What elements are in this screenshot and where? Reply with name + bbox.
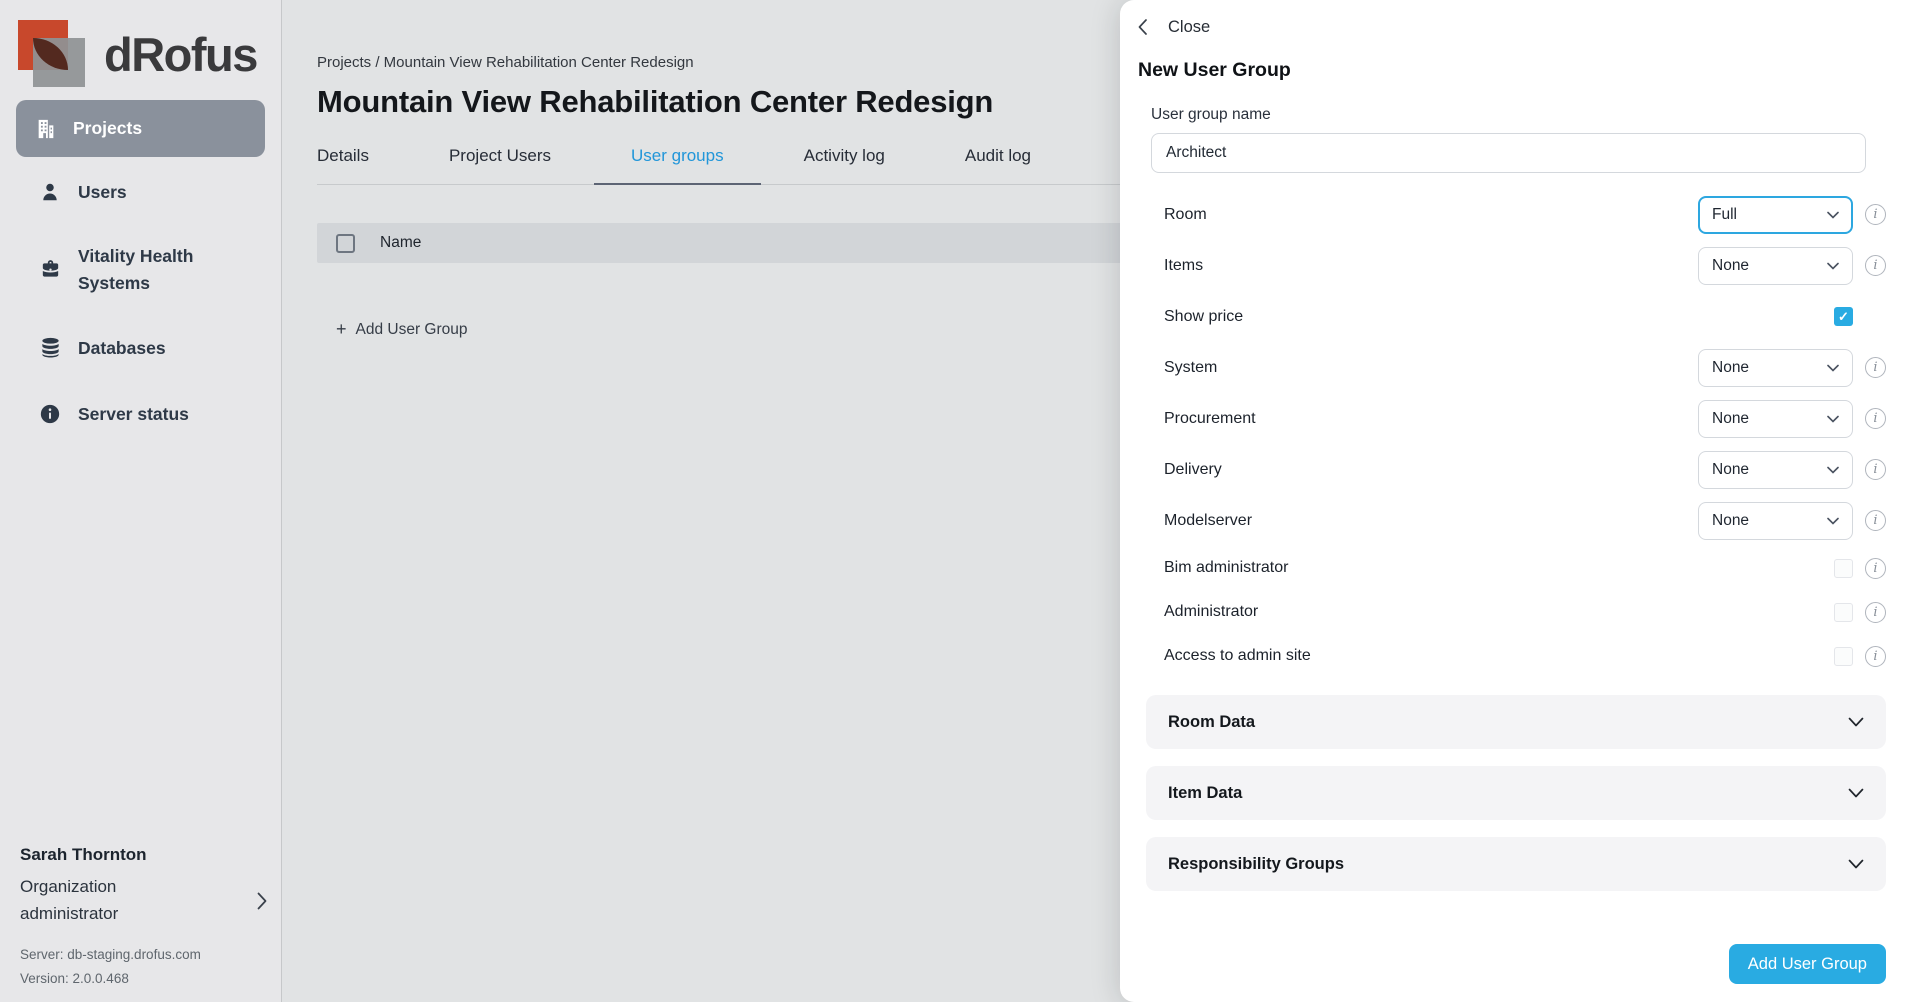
perm-row-system: System None i [1164, 342, 1886, 393]
perm-row-bim-administrator: Bim administrator i [1164, 546, 1886, 590]
info-circle-icon [38, 402, 62, 426]
column-header-name: Name [380, 234, 421, 252]
user-group-name-label: User group name [1151, 106, 1886, 124]
info-icon[interactable]: i [1865, 459, 1886, 480]
administrator-checkbox[interactable] [1834, 603, 1853, 622]
select-all-checkbox[interactable] [336, 234, 355, 253]
sidebar-item-databases[interactable]: Databases [16, 335, 265, 361]
section-room-data[interactable]: Room Data [1146, 695, 1886, 749]
permission-list: Room Full i Items None i Show price [1164, 189, 1886, 678]
sidebar-item-label: Projects [73, 118, 142, 139]
user-name: Sarah Thornton [20, 845, 267, 865]
sidebar-item-server-status[interactable]: Server status [16, 401, 265, 427]
drofus-logo-icon [18, 18, 104, 90]
info-icon[interactable]: i [1865, 558, 1886, 579]
chevron-right-icon [257, 892, 267, 910]
tab-activity-log[interactable]: Activity log [804, 146, 885, 184]
show-price-checkbox[interactable]: ✓ [1834, 307, 1853, 326]
add-user-group-button[interactable]: Add User Group [1729, 944, 1886, 984]
chevron-down-icon [1848, 788, 1864, 798]
drofus-logo: dRofus [18, 18, 265, 90]
version-info: Version: 2.0.0.468 [20, 971, 267, 986]
section-responsibility-groups[interactable]: Responsibility Groups [1146, 837, 1886, 891]
sidebar-item-projects[interactable]: Projects [16, 100, 265, 157]
perm-row-room: Room Full i [1164, 189, 1886, 240]
perm-row-show-price: Show price ✓ [1164, 291, 1886, 342]
close-label: Close [1168, 18, 1210, 37]
room-select[interactable]: Full [1698, 196, 1853, 234]
bim-administrator-checkbox[interactable] [1834, 559, 1853, 578]
perm-row-administrator: Administrator i [1164, 590, 1886, 634]
info-icon[interactable]: i [1865, 255, 1886, 276]
user-group-name-input[interactable] [1151, 133, 1866, 173]
close-button[interactable]: Close [1138, 16, 1248, 38]
user-icon [38, 180, 62, 204]
tab-user-groups[interactable]: User groups [631, 146, 724, 184]
info-icon[interactable]: i [1865, 204, 1886, 225]
sidebar-item-users[interactable]: Users [16, 179, 265, 205]
database-icon [38, 336, 62, 360]
sidebar-item-label: Vitality Health Systems [78, 243, 238, 296]
perm-row-access-admin-site: Access to admin site i [1164, 634, 1886, 678]
tab-details[interactable]: Details [317, 146, 369, 184]
new-user-group-panel: Close New User Group User group name Roo… [1120, 0, 1912, 1002]
user-role: Organization administrator [20, 874, 190, 927]
briefcase-icon [38, 258, 62, 282]
system-select[interactable]: None [1698, 349, 1853, 387]
check-icon: ✓ [1838, 309, 1849, 325]
info-icon[interactable]: i [1865, 602, 1886, 623]
delivery-select[interactable]: None [1698, 451, 1853, 489]
chevron-down-icon [1848, 717, 1864, 727]
chevron-down-icon [1848, 859, 1864, 869]
procurement-select[interactable]: None [1698, 400, 1853, 438]
organization-administrator-link[interactable]: Organization administrator [20, 874, 267, 927]
chevron-left-icon [1138, 19, 1147, 35]
sidebar-footer: Sarah Thornton Organization administrato… [20, 845, 267, 986]
panel-title: New User Group [1138, 59, 1886, 82]
info-icon[interactable]: i [1865, 408, 1886, 429]
add-user-group-label: Add User Group [356, 321, 468, 339]
perm-row-modelserver: Modelserver None i [1164, 495, 1886, 546]
server-info: Server: db-staging.drofus.com [20, 947, 267, 962]
info-icon[interactable]: i [1865, 510, 1886, 531]
perm-row-procurement: Procurement None i [1164, 393, 1886, 444]
drofus-wordmark: dRofus [104, 27, 257, 82]
plus-icon: + [336, 319, 347, 340]
sidebar-item-label: Server status [78, 401, 189, 427]
sidebar-item-label: Databases [78, 335, 166, 361]
building-icon [34, 117, 58, 141]
access-to-admin-site-checkbox[interactable] [1834, 647, 1853, 666]
perm-row-items: Items None i [1164, 240, 1886, 291]
perm-row-delivery: Delivery None i [1164, 444, 1886, 495]
tab-project-users[interactable]: Project Users [449, 146, 551, 184]
tab-audit-log[interactable]: Audit log [965, 146, 1031, 184]
sidebar: dRofus Projects Users Vitality Health Sy… [0, 0, 282, 1002]
modelserver-select[interactable]: None [1698, 502, 1853, 540]
section-item-data[interactable]: Item Data [1146, 766, 1886, 820]
sidebar-item-label: Users [78, 179, 127, 205]
info-icon[interactable]: i [1865, 646, 1886, 667]
info-icon[interactable]: i [1865, 357, 1886, 378]
items-select[interactable]: None [1698, 247, 1853, 285]
sidebar-item-vitality-health-systems[interactable]: Vitality Health Systems [16, 243, 265, 296]
